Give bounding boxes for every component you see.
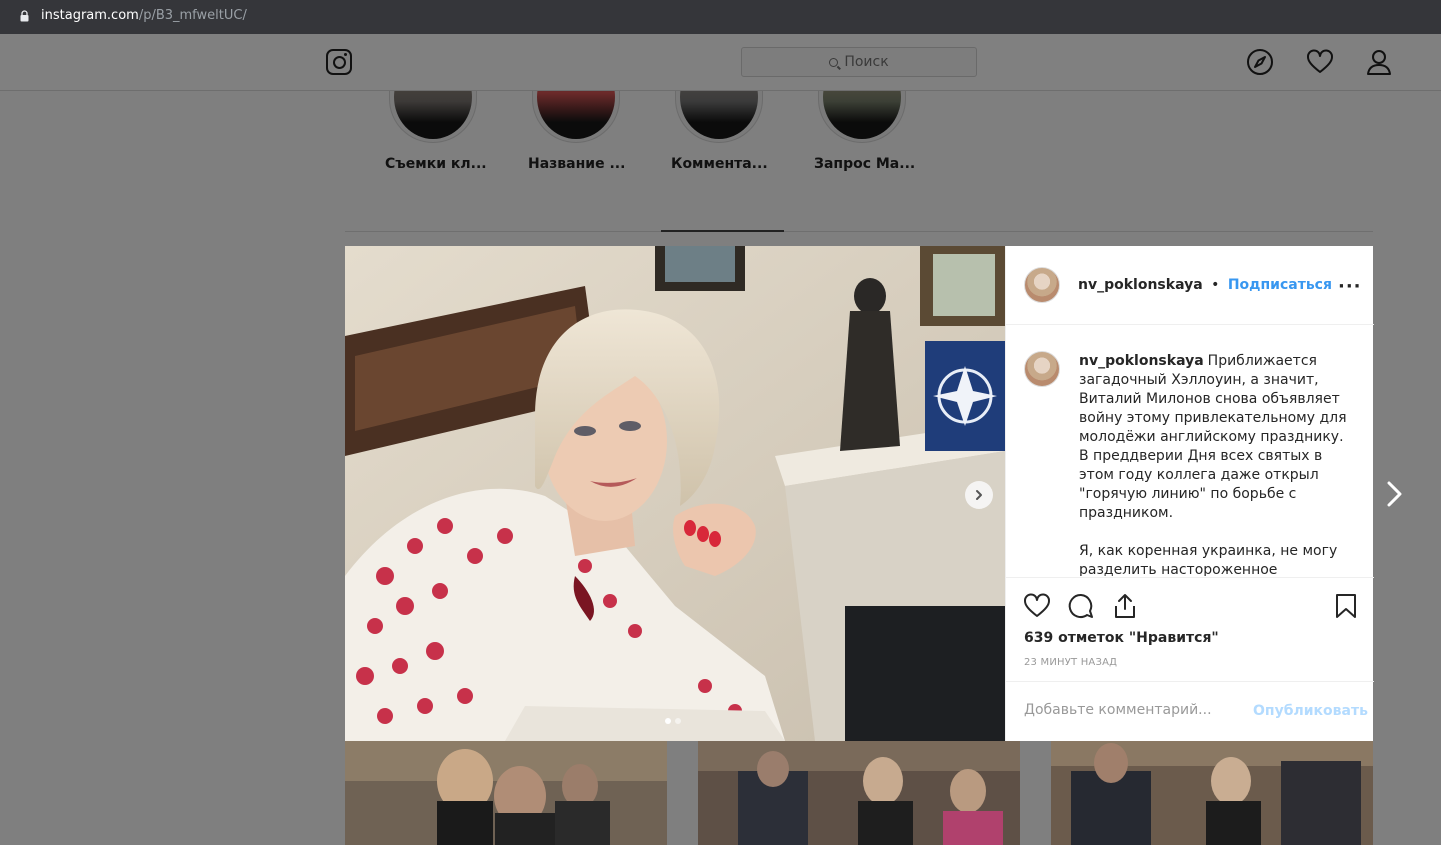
carousel-indicator (665, 718, 681, 724)
caption-text: nv_poklonskaya Приближается загадочный Хэ… (1079, 352, 1351, 576)
highlight-item[interactable]: Коммента... (671, 91, 768, 172)
share-icon[interactable] (1111, 592, 1139, 620)
post-username[interactable]: nv_poklonskaya (1078, 277, 1203, 293)
chevron-right-icon (976, 490, 982, 500)
like-heart-icon[interactable] (1023, 592, 1051, 620)
post-sidebar: nv_poklonskaya • Подписаться ··· nv_pokl… (1005, 246, 1374, 741)
next-post-chevron-icon[interactable] (1384, 480, 1406, 508)
profile-tabs-divider (345, 231, 1373, 232)
carousel-next-button[interactable] (965, 481, 993, 509)
highlight-label: Запрос Ма... (814, 156, 916, 172)
story-highlights: Съемки кл... Название ... Коммента... За… (385, 91, 945, 191)
separator-dot: • (1211, 277, 1220, 293)
grid-post-thumbnail[interactable] (345, 741, 667, 845)
explore-compass-icon[interactable] (1246, 48, 1274, 76)
caption-username[interactable]: nv_poklonskaya (1079, 353, 1204, 369)
grid-post-thumbnail[interactable] (698, 741, 1020, 845)
instagram-header: Поиск (0, 34, 1441, 91)
browser-address-bar[interactable]: instagram.com/p/B3_mfweltUC/ (0, 0, 1441, 34)
post-header-text: nv_poklonskaya • Подписаться (1078, 277, 1332, 293)
highlight-item[interactable]: Запрос Ма... (814, 91, 916, 172)
save-bookmark-icon[interactable] (1332, 592, 1360, 620)
carousel-dot (675, 718, 681, 724)
lock-icon (20, 10, 29, 22)
post-timestamp[interactable]: 23 минут назад (1024, 657, 1117, 668)
comment-input[interactable] (1024, 702, 1244, 718)
highlight-cover (675, 91, 763, 143)
highlight-label: Съемки кл... (385, 156, 487, 172)
post-actions: 639 отметок "Нравится" 23 минут назад (1006, 577, 1374, 681)
url-path: /p/B3_mfweltUC/ (138, 8, 247, 23)
comment-form: Опубликовать (1006, 681, 1374, 741)
caption-avatar[interactable] (1024, 351, 1060, 387)
url-text[interactable]: instagram.com/p/B3_mfweltUC/ (41, 8, 247, 23)
profile-tab-active-indicator (661, 230, 784, 232)
profile-user-icon[interactable] (1365, 48, 1393, 76)
post-caption: nv_poklonskaya Приближается загадочный Хэ… (1006, 326, 1374, 576)
like-count[interactable]: 639 отметок "Нравится" (1024, 630, 1219, 646)
highlight-label: Коммента... (671, 156, 768, 172)
search-placeholder: Поиск (844, 54, 889, 70)
search-box[interactable]: Поиск (741, 47, 977, 77)
search-icon (829, 57, 839, 67)
more-options-icon[interactable]: ··· (1338, 276, 1362, 297)
url-host: instagram.com (41, 8, 139, 23)
carousel-dot (665, 718, 671, 724)
follow-button[interactable]: Подписаться (1228, 277, 1332, 293)
post-photo[interactable] (345, 246, 1005, 741)
post-modal: nv_poklonskaya • Подписаться ··· nv_pokl… (345, 246, 1374, 741)
grid-post-thumbnail[interactable] (1051, 741, 1373, 845)
caption-paragraph: Я, как коренная украинка, не могу раздел… (1079, 542, 1351, 576)
post-header: nv_poklonskaya • Подписаться ··· (1006, 246, 1374, 325)
caption-body-1: Приближается загадочный Хэллоуин, а знач… (1079, 353, 1347, 521)
comment-bubble-icon[interactable] (1067, 592, 1095, 620)
highlight-item[interactable]: Съемки кл... (385, 91, 487, 172)
instagram-logo-icon[interactable] (326, 49, 352, 75)
highlight-cover (818, 91, 906, 143)
post-photo-image (345, 246, 1005, 741)
highlight-cover (532, 91, 620, 143)
highlight-cover (389, 91, 477, 143)
highlight-item[interactable]: Название ... (528, 91, 626, 172)
highlight-label: Название ... (528, 156, 626, 172)
caption-body-2: Я, как коренная украинка, не могу раздел… (1079, 543, 1338, 576)
publish-button[interactable]: Опубликовать (1253, 703, 1368, 719)
caption-paragraph: nv_poklonskaya Приближается загадочный Хэ… (1079, 352, 1351, 523)
avatar[interactable] (1024, 267, 1060, 303)
activity-heart-icon[interactable] (1306, 48, 1334, 76)
